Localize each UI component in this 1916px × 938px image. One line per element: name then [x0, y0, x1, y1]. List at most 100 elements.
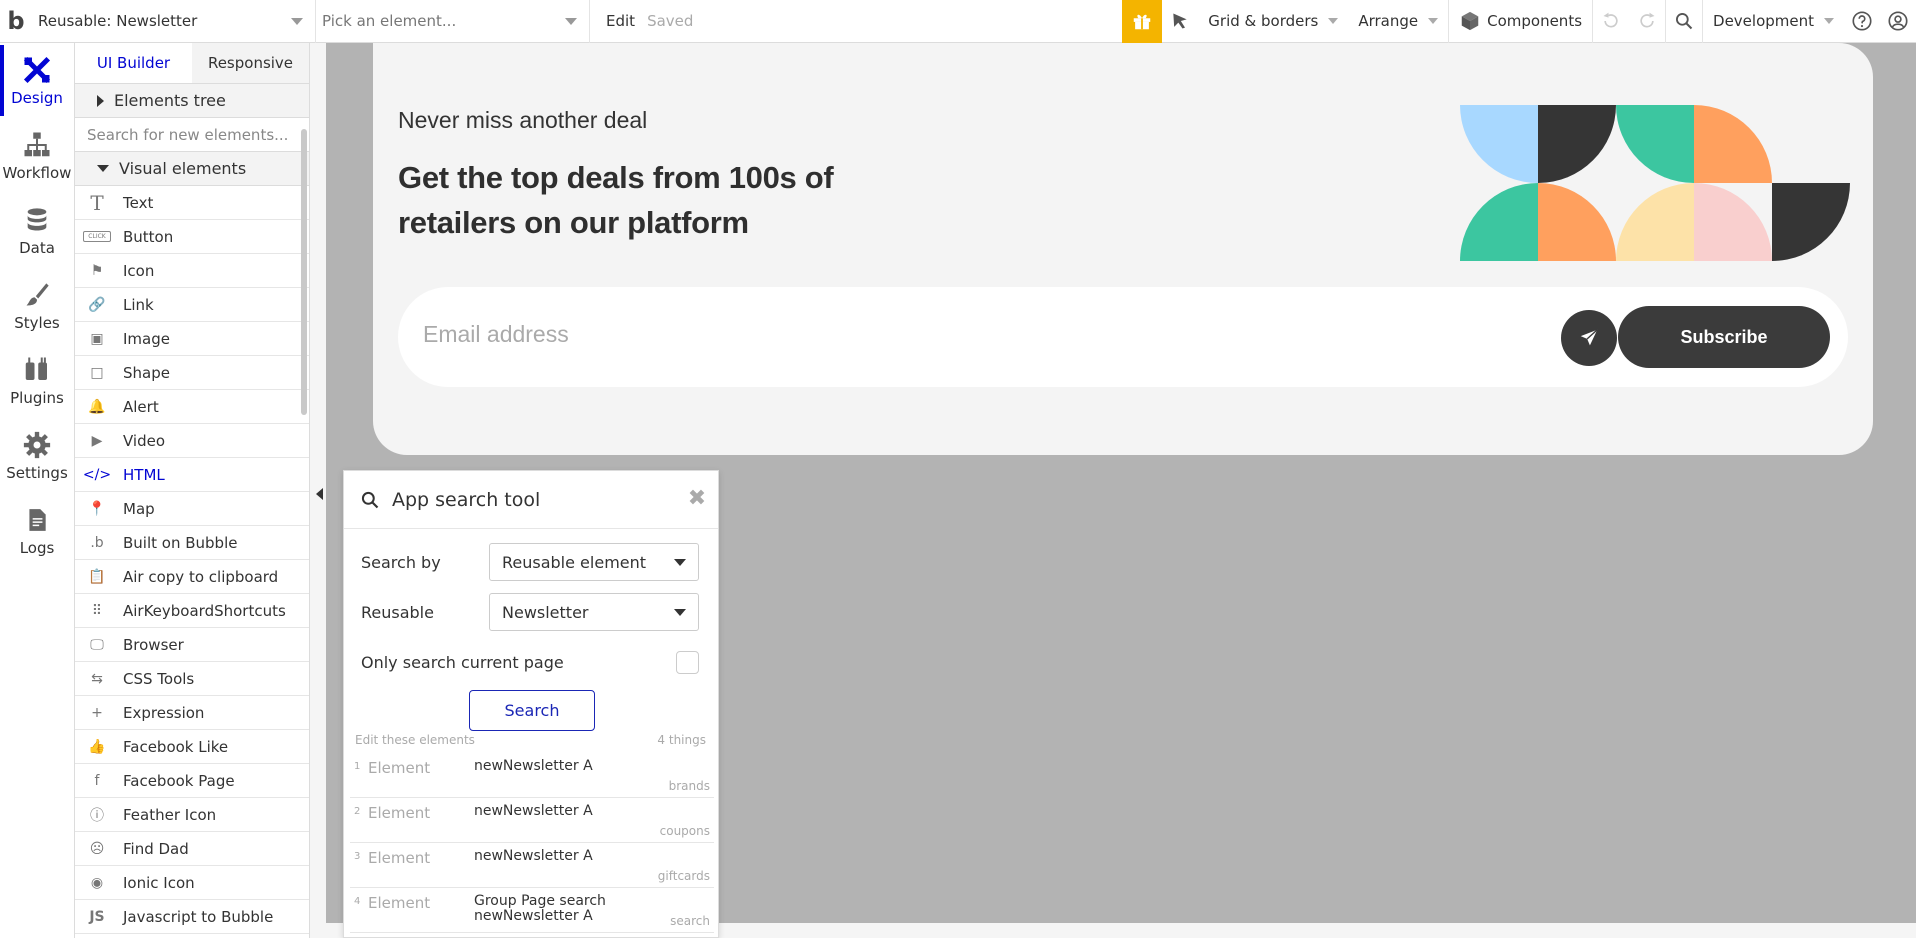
- reusable-dropdown[interactable]: Newsletter: [489, 593, 699, 631]
- palette-item-find-dad[interactable]: ☹ Find Dad: [75, 832, 309, 866]
- palette-item-label: Shape: [123, 363, 170, 382]
- environment-select[interactable]: Development: [1703, 0, 1844, 43]
- rail-plugins[interactable]: Plugins: [0, 343, 74, 418]
- search-tool-header: App search tool ✖: [344, 471, 718, 529]
- search-button[interactable]: Search: [469, 690, 595, 731]
- email-input[interactable]: Email address: [423, 321, 569, 348]
- account-button[interactable]: [1880, 0, 1916, 43]
- rail-logs[interactable]: Logs: [0, 493, 74, 568]
- gift-button[interactable]: [1122, 0, 1163, 43]
- palette-item-alert[interactable]: 🔔 Alert: [75, 390, 309, 424]
- only-current-page-checkbox[interactable]: [676, 651, 699, 674]
- newsletter-reusable[interactable]: Never miss another deal Get the top deal…: [373, 43, 1873, 455]
- shape-pink-quarter: [1694, 183, 1772, 261]
- result-kind: Element: [368, 894, 431, 912]
- text-icon: T: [90, 190, 104, 215]
- tab-responsive[interactable]: Responsive: [192, 43, 309, 83]
- search-result-row[interactable]: 1 Element newNewsletter A brands: [350, 753, 714, 798]
- arrange-menu[interactable]: Arrange: [1348, 0, 1448, 43]
- result-index: 3: [354, 851, 361, 862]
- palette-item-text[interactable]: T Text: [75, 186, 309, 220]
- palette-item-airkeyboardshortcuts[interactable]: ⠿ AirKeyboardShortcuts: [75, 594, 309, 628]
- palette-item-label: Air copy to clipboard: [123, 567, 279, 586]
- search-by-dropdown[interactable]: Reusable element: [489, 543, 699, 581]
- redo-button[interactable]: [1629, 0, 1665, 43]
- result-name: newNewsletter A: [474, 758, 593, 774]
- edit-menu[interactable]: Edit: [590, 12, 647, 30]
- palette-item-css-tools[interactable]: ⇆ CSS Tools: [75, 662, 309, 696]
- close-icon[interactable]: ✖: [686, 486, 708, 511]
- search-result-row[interactable]: 2 Element newNewsletter A coupons: [350, 798, 714, 843]
- components-button[interactable]: Components: [1449, 0, 1592, 43]
- elements-tree-label: Elements tree: [114, 91, 226, 110]
- user-icon: [1888, 11, 1908, 31]
- search-by-label: Search by: [361, 553, 441, 572]
- result-tag: brands: [668, 779, 710, 793]
- subscribe-button[interactable]: Subscribe: [1618, 306, 1830, 368]
- search-result-row[interactable]: 4 Element Group Page search newNewsletter …: [350, 888, 714, 933]
- help-button[interactable]: [1844, 0, 1880, 43]
- newsletter-heading: Get the top deals from 100s of retailers…: [398, 160, 834, 240]
- palette-item-map[interactable]: 📍 Map: [75, 492, 309, 526]
- send-button[interactable]: [1561, 310, 1617, 366]
- palette-item-shape[interactable]: □ Shape: [75, 356, 309, 390]
- palette-item-image[interactable]: ▣ Image: [75, 322, 309, 356]
- shape-green-bottom: [1460, 183, 1538, 261]
- palette-item-facebook-page[interactable]: f Facebook Page: [75, 764, 309, 798]
- palette-item-feather-icon[interactable]: ⓘ Feather Icon: [75, 798, 309, 832]
- newsletter-shapes-illustration: [1460, 105, 1850, 261]
- palette-item-link[interactable]: 🔗 Link: [75, 288, 309, 322]
- element-search-input[interactable]: Search for new elements...: [75, 118, 309, 152]
- rail-design[interactable]: Design: [0, 43, 74, 118]
- collapse-palette-icon[interactable]: [316, 488, 323, 500]
- workflow-icon: [24, 132, 50, 156]
- caret-right-icon: [97, 94, 104, 107]
- palette-item-label: Facebook Page: [123, 771, 235, 790]
- shape-cream-half: [1616, 183, 1694, 261]
- gear-icon: [23, 431, 51, 458]
- page-select[interactable]: Reusable: Newsletter: [32, 0, 316, 43]
- palette-item-javascript-to-bubble[interactable]: JS Javascript to Bubble: [75, 900, 309, 934]
- bubble-logo[interactable]: b: [0, 0, 32, 43]
- palette-item-ionic-icon[interactable]: ◉ Ionic Icon: [75, 866, 309, 900]
- grid-borders-menu[interactable]: Grid & borders: [1198, 0, 1348, 43]
- search-button[interactable]: [1666, 0, 1702, 43]
- palette-item-browser[interactable]: 🖵 Browser: [75, 628, 309, 662]
- palette-item-label: Facebook Like: [123, 737, 229, 756]
- design-icon: [23, 56, 51, 83]
- palette-item-facebook-like[interactable]: 👍 Facebook Like: [75, 730, 309, 764]
- palette-item-label: Alert: [123, 397, 159, 416]
- search-result-row[interactable]: 3 Element newNewsletter A giftcards: [350, 843, 714, 888]
- result-index: 4: [354, 896, 361, 907]
- palette-item-html[interactable]: </> HTML: [75, 458, 309, 492]
- undo-button[interactable]: [1593, 0, 1629, 43]
- visual-elements-toggle[interactable]: Visual elements: [75, 152, 309, 186]
- newsletter-eyebrow: Never miss another deal: [398, 107, 648, 133]
- reusable-value: Newsletter: [502, 602, 589, 622]
- element-picker[interactable]: Pick an element...: [316, 0, 590, 43]
- video-icon: ▶: [91, 432, 103, 449]
- tab-ui-builder[interactable]: UI Builder: [75, 43, 192, 83]
- rail-data[interactable]: Data: [0, 193, 74, 268]
- elements-tree-toggle[interactable]: Elements tree: [75, 84, 309, 118]
- app-search-tool-panel: App search tool ✖ Search by Reusable ele…: [343, 470, 719, 938]
- rail-styles[interactable]: Styles: [0, 268, 74, 343]
- result-tag: giftcards: [657, 869, 710, 883]
- palette-item-built-on-bubble[interactable]: .b Built on Bubble: [75, 526, 309, 560]
- palette-item-air-copy-to-clipboard[interactable]: 📋 Air copy to clipboard: [75, 560, 309, 594]
- browser-icon: 🖵: [90, 636, 104, 653]
- caret-down-icon: [97, 165, 109, 172]
- rail-workflow[interactable]: Workflow: [0, 118, 74, 193]
- palette-item-video[interactable]: ▶ Video: [75, 424, 309, 458]
- rail-settings[interactable]: Settings: [0, 418, 74, 493]
- button-icon: CLICK: [83, 231, 111, 242]
- palette-item-button[interactable]: CLICK Button: [75, 220, 309, 254]
- cursor-tool[interactable]: [1162, 0, 1198, 43]
- expression-icon: +: [91, 704, 103, 721]
- palette-item-expression[interactable]: + Expression: [75, 696, 309, 730]
- shape-orange-quarter: [1694, 105, 1772, 183]
- palette-item-icon[interactable]: ⚑ Icon: [75, 254, 309, 288]
- rail-data-label: Data: [19, 238, 55, 257]
- palette-scrollbar[interactable]: [301, 129, 307, 415]
- chevron-down-icon: [674, 609, 686, 616]
